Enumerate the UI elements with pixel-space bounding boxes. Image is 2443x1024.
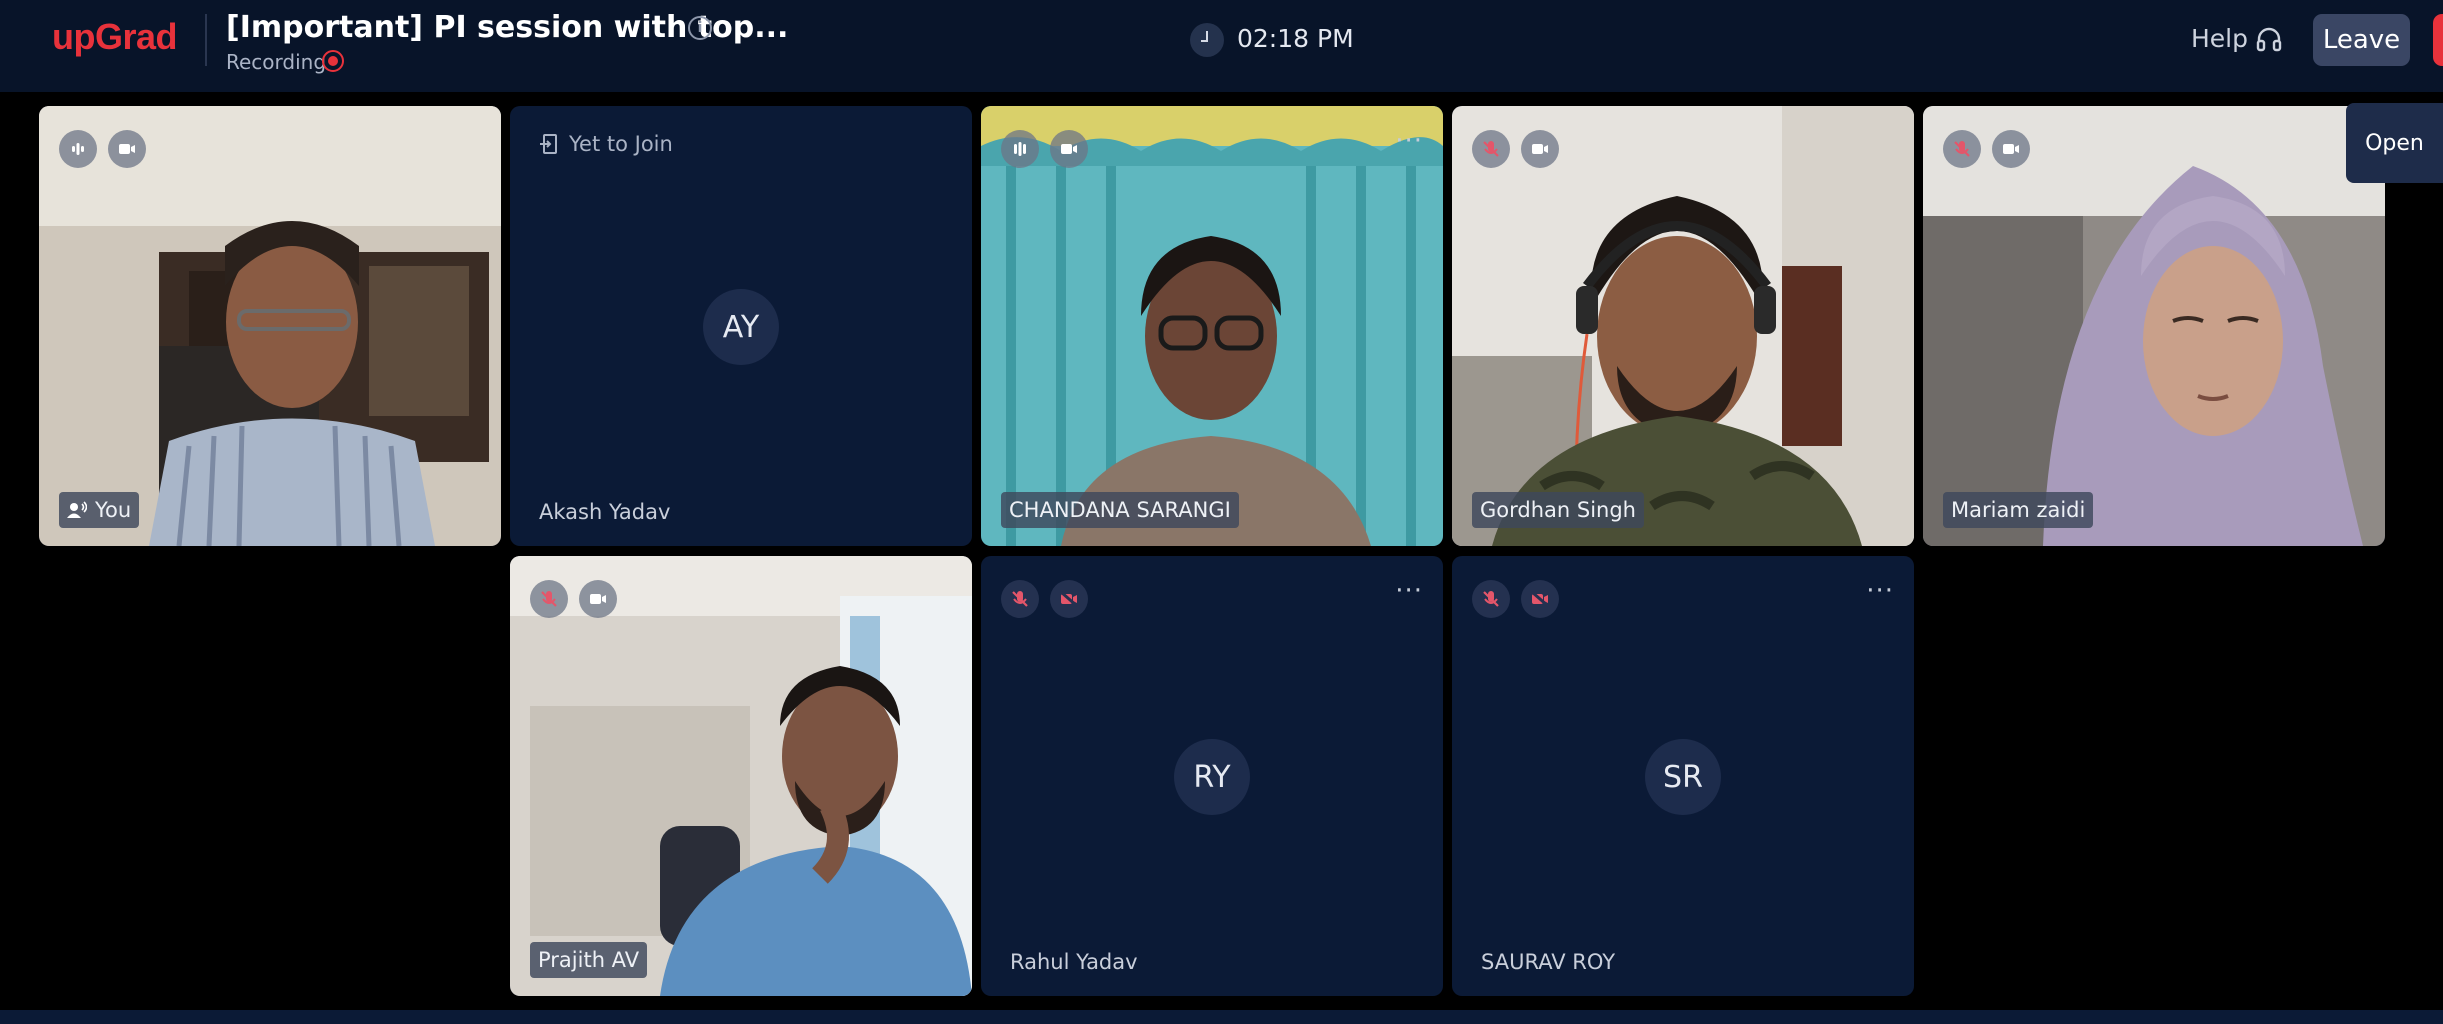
speaker-icon bbox=[67, 501, 87, 518]
avatar: AY bbox=[703, 289, 779, 365]
recording-label: Recording bbox=[226, 50, 327, 74]
camera-on-icon bbox=[579, 580, 617, 618]
participant-name: Akash Yadav bbox=[539, 500, 671, 524]
participant-name-tag: Gordhan Singh bbox=[1472, 492, 1644, 528]
participant-name-tag: Prajith AV bbox=[530, 942, 648, 978]
open-panel-button[interactable]: Open bbox=[2346, 103, 2443, 183]
leave-button[interactable]: Leave bbox=[2313, 14, 2410, 66]
end-call-button[interactable] bbox=[2433, 14, 2443, 66]
participant-name-tag: CHANDANA SARANGI bbox=[1001, 492, 1239, 528]
more-options-icon[interactable]: ··· bbox=[1395, 578, 1423, 604]
mic-muted-icon bbox=[1472, 580, 1510, 618]
mic-muted-icon bbox=[530, 580, 568, 618]
info-icon[interactable]: i bbox=[688, 16, 712, 40]
participant-tile-prajith-av[interactable]: Prajith AV bbox=[510, 556, 972, 996]
video-feed bbox=[39, 106, 501, 546]
participant-tile-chandana-sarangi[interactable]: ··· CHANDANA SARANGI bbox=[981, 106, 1443, 546]
upgrad-logo: upGrad bbox=[52, 16, 178, 57]
camera-on-icon bbox=[108, 130, 146, 168]
camera-on-icon bbox=[1050, 130, 1088, 168]
participant-tile-saurav-roy[interactable]: ··· SR SAURAV ROY bbox=[1452, 556, 1914, 996]
mic-muted-icon bbox=[1472, 130, 1510, 168]
participant-tile-gordhan-singh[interactable]: Gordhan Singh bbox=[1452, 106, 1914, 546]
participant-name: You bbox=[95, 498, 132, 522]
video-feed bbox=[1923, 106, 2385, 546]
participant-tile-you[interactable]: You bbox=[39, 106, 501, 546]
more-options-icon[interactable]: ··· bbox=[1395, 128, 1423, 154]
avatar: SR bbox=[1645, 739, 1721, 815]
participant-name-tag: You bbox=[59, 492, 140, 528]
audio-level-icon bbox=[59, 130, 97, 168]
clock-icon bbox=[1190, 23, 1224, 57]
mic-muted-icon bbox=[1001, 580, 1039, 618]
top-bar: upGrad [Important] PI session with top..… bbox=[0, 0, 2443, 92]
divider bbox=[205, 14, 207, 66]
avatar: RY bbox=[1174, 739, 1250, 815]
participant-tile-akash-yadav[interactable]: Yet to Join AY Akash Yadav bbox=[510, 106, 972, 546]
participant-name: Prajith AV bbox=[538, 948, 640, 972]
session-time: 02:18 PM bbox=[1237, 24, 1354, 53]
participant-name: Rahul Yadav bbox=[1010, 950, 1138, 974]
camera-off-icon bbox=[1521, 580, 1559, 618]
participant-tile-rahul-yadav[interactable]: ··· RY Rahul Yadav bbox=[981, 556, 1443, 996]
more-options-icon[interactable]: ··· bbox=[1866, 578, 1894, 604]
camera-on-icon bbox=[1992, 130, 2030, 168]
participant-name: Gordhan Singh bbox=[1480, 498, 1636, 522]
participant-name: SAURAV ROY bbox=[1481, 950, 1616, 974]
join-status-label: Yet to Join bbox=[569, 132, 673, 156]
headset-icon[interactable] bbox=[2255, 26, 2283, 54]
video-feed bbox=[1452, 106, 1914, 546]
participant-name: Mariam zaidi bbox=[1951, 498, 2086, 522]
participant-tile-mariam-zaidi[interactable]: Mariam zaidi bbox=[1923, 106, 2385, 546]
recording-indicator-icon bbox=[322, 50, 344, 72]
join-status: Yet to Join bbox=[539, 132, 673, 156]
enter-door-icon bbox=[540, 134, 557, 154]
video-feed bbox=[510, 556, 972, 996]
audio-level-icon bbox=[1001, 130, 1039, 168]
help-link[interactable]: Help bbox=[2191, 24, 2248, 53]
camera-on-icon bbox=[1521, 130, 1559, 168]
mic-muted-icon bbox=[1943, 130, 1981, 168]
participant-name: CHANDANA SARANGI bbox=[1009, 498, 1231, 522]
video-feed bbox=[981, 106, 1443, 546]
camera-off-icon bbox=[1050, 580, 1088, 618]
control-bar-edge bbox=[0, 1010, 2443, 1024]
participant-name-tag: Mariam zaidi bbox=[1943, 492, 2094, 528]
